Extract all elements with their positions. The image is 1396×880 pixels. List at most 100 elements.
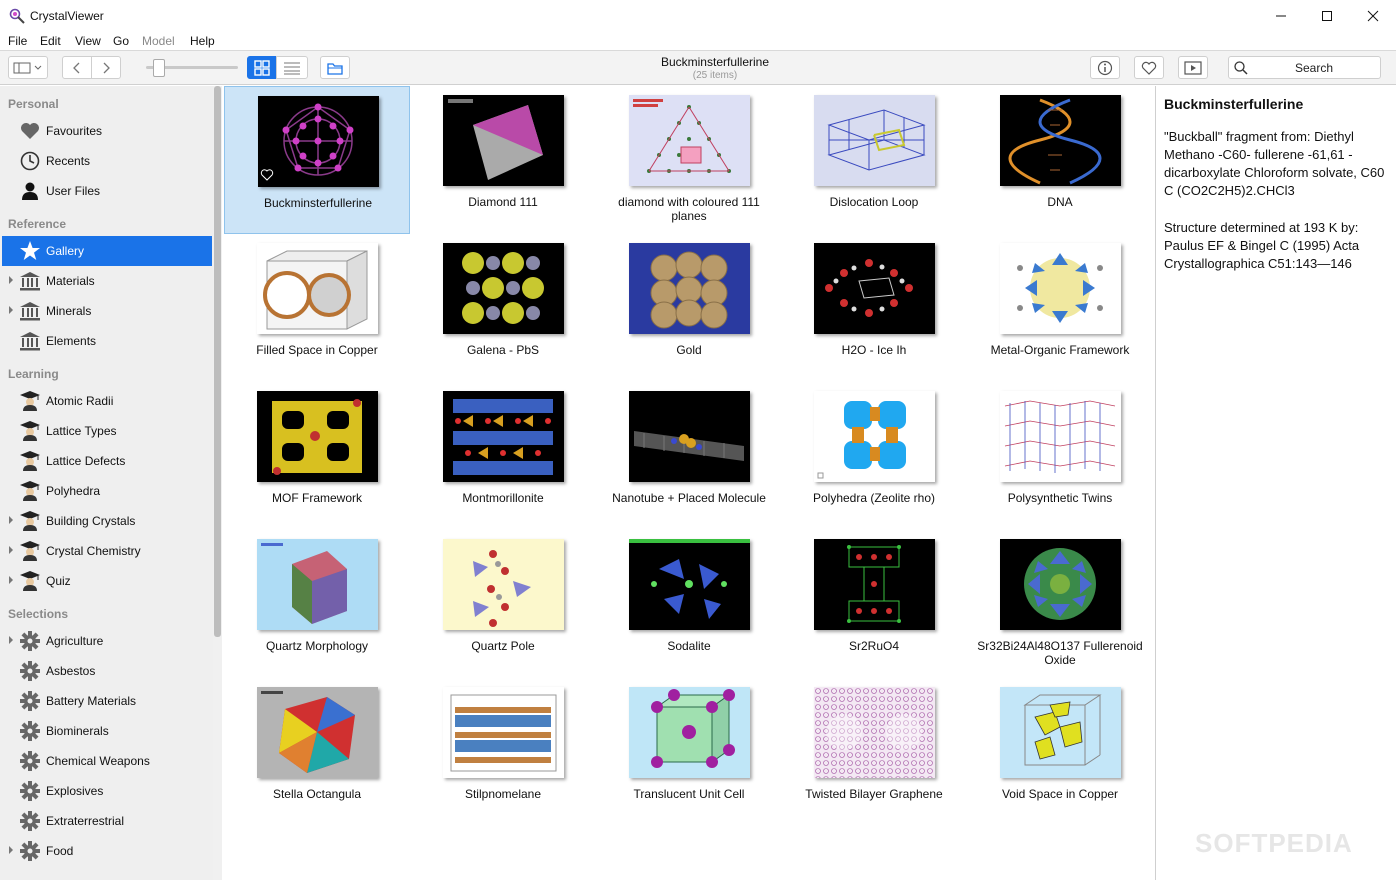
sidebar-item-explosives[interactable]: Explosives	[2, 776, 212, 806]
expand-arrow-icon[interactable]	[9, 546, 13, 554]
gallery-thumbnail[interactable]	[258, 96, 379, 187]
menu-file[interactable]: File	[8, 34, 27, 48]
sidebar-item-recents[interactable]: Recents	[2, 146, 212, 176]
expand-arrow-icon[interactable]	[9, 276, 13, 284]
sidebar-scrollbar-thumb[interactable]	[214, 86, 221, 637]
sidebar-item-quiz[interactable]: Quiz	[2, 566, 212, 596]
sidebar-item-battery-materials[interactable]: Battery Materials	[2, 686, 212, 716]
sidebar-item-materials[interactable]: Materials	[2, 266, 212, 296]
gallery-item[interactable]: Translucent Unit Cell	[596, 678, 782, 826]
gallery-thumbnail[interactable]	[814, 95, 935, 186]
sidebar-item-agriculture[interactable]: Agriculture	[2, 626, 212, 656]
gallery-thumbnail[interactable]	[257, 539, 378, 630]
gallery-thumbnail[interactable]	[257, 243, 378, 334]
gallery-item[interactable]: Montmorillonite	[410, 382, 596, 530]
gallery-thumbnail[interactable]	[257, 391, 378, 482]
expand-arrow-icon[interactable]	[9, 636, 13, 644]
sidebar-item-atomic-radii[interactable]: Atomic Radii	[2, 386, 212, 416]
sidebar-item-building-crystals[interactable]: Building Crystals	[2, 506, 212, 536]
sidebar-item-lattice-types[interactable]: Lattice Types	[2, 416, 212, 446]
gallery-thumbnail[interactable]	[629, 243, 750, 334]
minimize-button[interactable]	[1258, 0, 1304, 31]
menu-help[interactable]: Help	[190, 34, 215, 48]
gallery-thumbnail[interactable]	[814, 391, 935, 482]
favourite-button[interactable]	[1134, 56, 1164, 79]
gallery-item[interactable]: Stilpnomelane	[410, 678, 596, 826]
gallery-item[interactable]: MOF Framework	[224, 382, 410, 530]
gallery-thumbnail[interactable]	[814, 539, 935, 630]
grid-view-button[interactable]	[247, 56, 277, 79]
gallery-thumbnail[interactable]	[1000, 243, 1121, 334]
gallery-item[interactable]: Quartz Pole	[410, 530, 596, 678]
gallery-thumbnail[interactable]	[629, 95, 750, 186]
sidebar-item-food[interactable]: Food	[2, 836, 212, 866]
search-field[interactable]: Search	[1228, 56, 1381, 79]
expand-arrow-icon[interactable]	[9, 576, 13, 584]
gallery-item[interactable]: Gold	[596, 234, 782, 382]
sidebar-item-elements[interactable]: Elements	[2, 326, 212, 356]
menu-go[interactable]: Go	[113, 34, 129, 48]
gallery-item[interactable]: Sr2RuO4	[781, 530, 967, 678]
gallery-item[interactable]: Nanotube + Placed Molecule	[596, 382, 782, 530]
gallery-item[interactable]: Galena - PbS	[410, 234, 596, 382]
zoom-slider-handle[interactable]	[153, 59, 165, 77]
gallery-item[interactable]: Polysynthetic Twins	[967, 382, 1153, 530]
gallery-item[interactable]: Diamond 111	[410, 86, 596, 234]
sidebar-item-user-files[interactable]: User Files	[2, 176, 212, 206]
sidebar-toggle-button[interactable]	[8, 56, 48, 79]
gallery-thumbnail[interactable]	[629, 687, 750, 778]
maximize-button[interactable]	[1304, 0, 1350, 31]
sidebar-item-extraterrestrial[interactable]: Extraterrestrial	[2, 806, 212, 836]
gallery-item[interactable]: Sodalite	[596, 530, 782, 678]
slideshow-button[interactable]	[1178, 56, 1208, 79]
gallery-thumbnail[interactable]	[1000, 391, 1121, 482]
gallery-item[interactable]: Stella Octangula	[224, 678, 410, 826]
menu-view[interactable]: View	[75, 34, 101, 48]
gallery-item[interactable]: Polyhedra (Zeolite rho)	[781, 382, 967, 530]
gallery-item[interactable]: Metal-Organic Framework	[967, 234, 1153, 382]
gallery-thumbnail[interactable]	[443, 95, 564, 186]
sidebar-item-asbestos[interactable]: Asbestos	[2, 656, 212, 686]
list-view-button[interactable]	[276, 56, 308, 79]
forward-button[interactable]	[91, 56, 121, 79]
gallery-item[interactable]: DNA	[967, 86, 1153, 234]
gallery-thumbnail[interactable]	[629, 539, 750, 630]
gallery-item[interactable]: Void Space in Copper	[967, 678, 1153, 826]
gallery-thumbnail[interactable]	[443, 243, 564, 334]
gallery-thumbnail[interactable]	[443, 687, 564, 778]
gallery-item[interactable]: Sr32Bi24Al48O137 Fullerenoid Oxide	[967, 530, 1153, 678]
expand-arrow-icon[interactable]	[9, 846, 13, 854]
gallery-item[interactable]: Quartz Morphology	[224, 530, 410, 678]
menu-edit[interactable]: Edit	[40, 34, 61, 48]
gallery-item[interactable]: Buckminsterfullerine	[224, 86, 410, 234]
gallery-item[interactable]: H2O - Ice Ih	[781, 234, 967, 382]
open-folder-button[interactable]	[320, 56, 350, 79]
menu-model[interactable]: Model	[142, 34, 175, 48]
expand-arrow-icon[interactable]	[9, 516, 13, 524]
gallery-thumbnail[interactable]	[814, 243, 935, 334]
sidebar-item-chemical-weapons[interactable]: Chemical Weapons	[2, 746, 212, 776]
expand-arrow-icon[interactable]	[9, 306, 13, 314]
sidebar-item-polyhedra[interactable]: Polyhedra	[2, 476, 212, 506]
gallery-item[interactable]: Dislocation Loop	[781, 86, 967, 234]
gallery-thumbnail[interactable]	[629, 391, 750, 482]
gallery-item[interactable]: Filled Space in Copper	[224, 234, 410, 382]
back-button[interactable]	[62, 56, 92, 79]
close-button[interactable]	[1350, 0, 1396, 31]
sidebar-item-minerals[interactable]: Minerals	[2, 296, 212, 326]
gallery-thumbnail[interactable]	[814, 687, 935, 778]
gallery-thumbnail[interactable]	[443, 539, 564, 630]
gallery-item[interactable]: diamond with coloured 111 planes	[596, 86, 782, 234]
sidebar-item-gallery[interactable]: Gallery	[2, 236, 212, 266]
gallery-thumbnail[interactable]	[1000, 539, 1121, 630]
sidebar-item-crystal-chemistry[interactable]: Crystal Chemistry	[2, 536, 212, 566]
sidebar-item-biominerals[interactable]: Biominerals	[2, 716, 212, 746]
gallery-thumbnail[interactable]	[257, 687, 378, 778]
gallery-thumbnail[interactable]	[443, 391, 564, 482]
gallery-item[interactable]: Twisted Bilayer Graphene	[781, 678, 967, 826]
info-button[interactable]	[1090, 56, 1120, 79]
sidebar-item-lattice-defects[interactable]: Lattice Defects	[2, 446, 212, 476]
sidebar-item-favourites[interactable]: Favourites	[2, 116, 212, 146]
gallery-thumbnail[interactable]	[1000, 687, 1121, 778]
gallery-thumbnail[interactable]	[1000, 95, 1121, 186]
